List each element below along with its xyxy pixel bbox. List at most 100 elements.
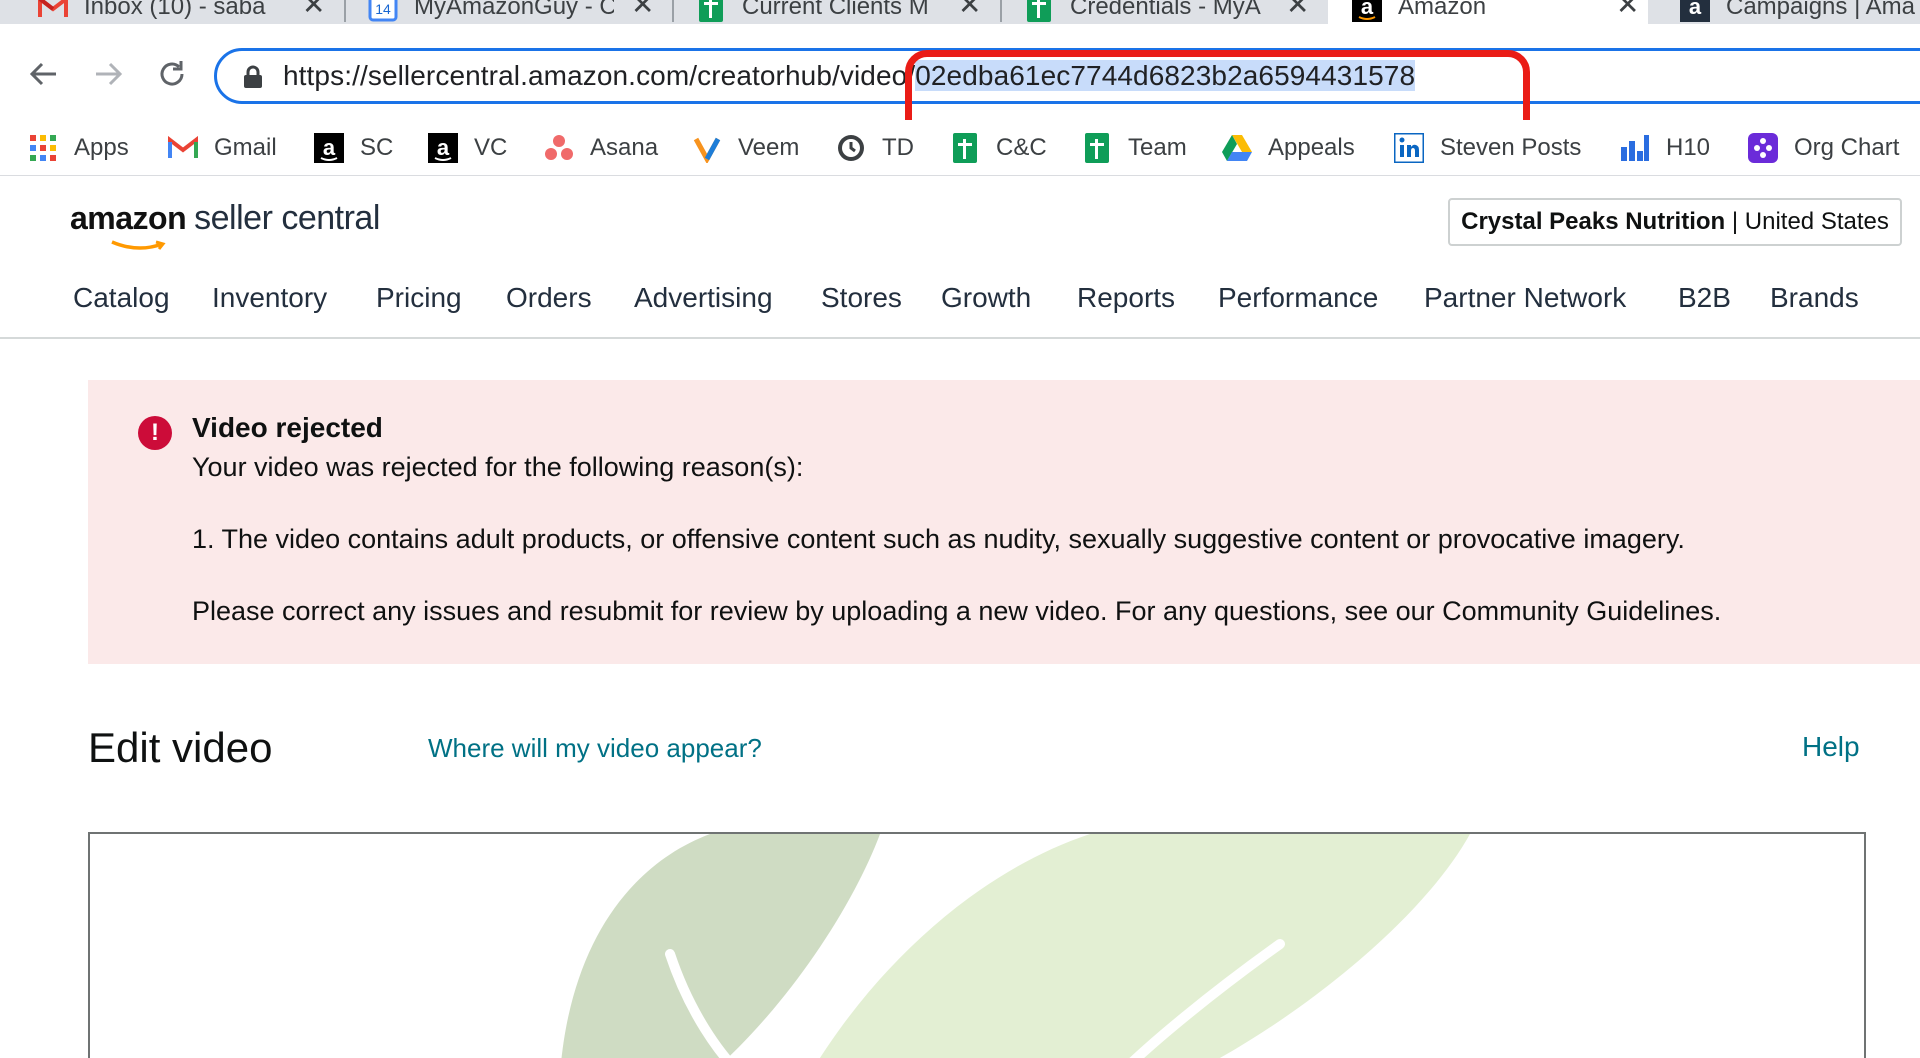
bookmark-asana[interactable]: Asana <box>544 128 658 168</box>
svg-text:a: a <box>1689 0 1702 19</box>
close-icon[interactable]: ✕ <box>631 0 654 21</box>
bookmark-td[interactable]: TD <box>836 128 914 168</box>
nav-catalog[interactable]: Catalog <box>73 282 212 314</box>
amazon-icon: a <box>314 133 344 163</box>
rejection-alert: ! Video rejected Your video was rejected… <box>88 380 1920 664</box>
bookmark-label: Veem <box>738 134 800 161</box>
bookmark-steven-posts[interactable]: Steven Posts <box>1394 128 1581 168</box>
nav-b2b[interactable]: B2B <box>1678 282 1770 314</box>
bookmark-org-chart[interactable]: Org Chart <box>1748 128 1899 168</box>
amazon-icon: a <box>428 133 458 163</box>
bookmark-team[interactable]: Team <box>1082 128 1187 168</box>
nav-partner-network[interactable]: Partner Network <box>1424 282 1678 314</box>
bookmark-label: SC <box>360 134 394 161</box>
bookmarks-bar: Apps Gmail a SC a VC Asana Veem TD C&C T… <box>0 120 1920 176</box>
tab-gmail[interactable]: Inbox (10) - saba ✕ <box>38 0 328 24</box>
tab-strip: Inbox (10) - saba ✕ 14 MyAmazonGuy - C ✕… <box>0 0 1920 24</box>
tab-title: Campaigns | Ama <box>1726 0 1915 20</box>
tab-campaigns[interactable]: a Campaigns | Ama <box>1680 0 1920 24</box>
sheets-icon <box>1024 0 1054 22</box>
bookmark-label: Team <box>1128 134 1187 161</box>
helium10-icon <box>1620 133 1650 163</box>
back-button[interactable] <box>24 54 64 94</box>
bookmark-appeals[interactable]: Appeals <box>1222 128 1355 168</box>
main-nav: Catalog Inventory Pricing Orders Adverti… <box>73 282 1859 314</box>
tab-separator <box>1000 0 1002 22</box>
bookmark-label: Apps <box>74 134 129 161</box>
help-link[interactable]: Help <box>1802 731 1860 763</box>
bookmark-sc[interactable]: a SC <box>314 128 393 168</box>
url-text[interactable]: https://sellercentral.amazon.com/creator… <box>283 60 1416 92</box>
sheets-icon <box>696 0 726 22</box>
nav-inventory[interactable]: Inventory <box>212 282 376 314</box>
amazon-smile-icon <box>111 240 166 250</box>
bookmark-label: TD <box>882 134 914 161</box>
tab-title: Amazon <box>1398 0 1487 20</box>
clock-icon <box>836 133 866 163</box>
bookmark-label: C&C <box>996 134 1047 161</box>
bookmark-h10[interactable]: H10 <box>1620 128 1710 168</box>
close-icon[interactable]: ✕ <box>1286 0 1309 21</box>
video-preview[interactable] <box>88 832 1866 1058</box>
svg-text:a: a <box>437 135 450 160</box>
where-video-appear-link[interactable]: Where will my video appear? <box>428 733 762 764</box>
linkedin-icon <box>1394 133 1424 163</box>
forward-button[interactable] <box>88 54 128 94</box>
lock-icon <box>244 65 262 88</box>
nav-advertising[interactable]: Advertising <box>634 282 821 314</box>
svg-text:a: a <box>323 135 336 160</box>
tab-calendar[interactable]: 14 MyAmazonGuy - C ✕ <box>368 0 658 24</box>
nav-brands[interactable]: Brands <box>1770 282 1859 314</box>
browser-toolbar: https://sellercentral.amazon.com/creator… <box>0 24 1920 154</box>
account-name: Crystal Peaks Nutrition <box>1461 208 1726 235</box>
nav-pricing[interactable]: Pricing <box>376 282 506 314</box>
arrow-right-icon <box>96 62 123 86</box>
close-icon[interactable]: ✕ <box>302 0 325 21</box>
reload-button[interactable] <box>152 54 192 94</box>
url-selected-id: 02edba61ec7744d6823b2a6594431578 <box>915 60 1416 91</box>
reload-icon <box>160 61 184 86</box>
alert-instructions: Please correct any issues and resubmit f… <box>192 596 1722 626</box>
bookmark-label: H10 <box>1666 134 1711 161</box>
bookmark-label: VC <box>474 134 508 161</box>
nav-orders[interactable]: Orders <box>506 282 634 314</box>
gmail-icon <box>168 133 198 163</box>
account-switcher[interactable]: Crystal Peaks Nutrition | United States <box>1448 198 1902 246</box>
bookmark-label: Gmail <box>214 134 277 161</box>
seller-central-logo[interactable]: amazon seller central <box>70 199 380 250</box>
amazon-icon: a <box>1352 0 1382 22</box>
sheets-icon <box>950 133 980 163</box>
tab-amazon-active[interactable]: a Amazon ✕ <box>1328 0 1648 24</box>
apps-grid-icon <box>28 133 58 163</box>
nav-stores[interactable]: Stores <box>821 282 941 314</box>
bookmark-label: Org Chart <box>1794 134 1900 161</box>
tab-separator <box>672 0 674 22</box>
calendar-day: 14 <box>375 1 391 17</box>
tab-current-clients[interactable]: Current Clients M ✕ <box>696 0 986 24</box>
tab-title: Inbox (10) - saba <box>84 0 266 20</box>
address-bar[interactable]: https://sellercentral.amazon.com/creator… <box>214 48 1920 104</box>
close-icon[interactable]: ✕ <box>1616 0 1639 21</box>
gmail-icon <box>38 0 68 22</box>
bookmark-apps[interactable]: Apps <box>28 128 129 168</box>
account-region: United States <box>1744 208 1889 235</box>
nav-growth[interactable]: Growth <box>941 282 1077 314</box>
tab-credentials[interactable]: Credentials - MyA ✕ <box>1024 0 1314 24</box>
bookmark-label: Asana <box>590 134 659 161</box>
nav-reports[interactable]: Reports <box>1077 282 1218 314</box>
bookmark-vc[interactable]: a VC <box>428 128 507 168</box>
amazon-icon: a <box>1680 0 1710 22</box>
logo-seller-text: seller central <box>194 199 380 237</box>
svg-text:a: a <box>1361 0 1374 19</box>
bookmark-gmail[interactable]: Gmail <box>168 128 277 168</box>
bookmark-veem[interactable]: Veem <box>692 128 799 168</box>
orgchart-icon <box>1748 133 1778 163</box>
nav-performance[interactable]: Performance <box>1218 282 1424 314</box>
logo-amazon-text: amazon <box>70 200 187 236</box>
arrow-left-icon <box>29 62 56 86</box>
page-title: Edit video <box>88 724 273 771</box>
bookmark-label: Appeals <box>1268 134 1355 161</box>
close-icon[interactable]: ✕ <box>958 0 981 21</box>
asana-icon <box>544 133 574 163</box>
bookmark-cc[interactable]: C&C <box>950 128 1047 168</box>
